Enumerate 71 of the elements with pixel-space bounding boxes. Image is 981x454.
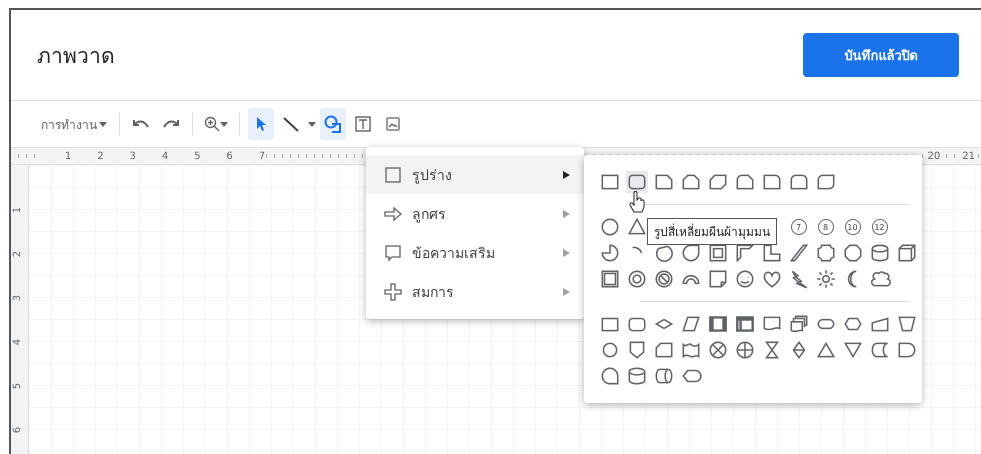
submenu-arrow-icon — [563, 210, 570, 218]
submenu-arrow-icon — [563, 248, 570, 256]
arrow-icon — [384, 204, 402, 222]
numbered-shape-icon[interactable]: 10 — [844, 219, 860, 235]
plus-circle-icon[interactable] — [734, 339, 756, 361]
ruler-number: 4 — [12, 338, 24, 346]
numbered-shape-icon[interactable]: 12 — [872, 219, 888, 235]
menu-item[interactable]: ข้อความเสริม — [366, 233, 584, 272]
menu-item[interactable]: ลูกศร — [366, 194, 584, 233]
crossed-circle-icon[interactable] — [706, 339, 728, 361]
cylinder-icon[interactable] — [626, 365, 648, 387]
frame-icon[interactable] — [706, 242, 728, 264]
ruler-number: 3 — [104, 150, 136, 162]
caret-icon — [308, 122, 316, 126]
circle-icon[interactable] — [598, 216, 620, 238]
folded-corner-icon[interactable] — [706, 268, 728, 290]
rounded-rectangle-icon[interactable] — [626, 171, 648, 193]
ruler-number: 5 — [12, 382, 24, 390]
image-icon — [385, 116, 401, 132]
ruler-number: 2 — [71, 150, 104, 162]
ruler-number: 6 — [12, 426, 24, 434]
cylinder-icon[interactable] — [868, 242, 890, 264]
menu-item[interactable]: รูปร่าง — [366, 155, 584, 194]
teardrop-icon[interactable] — [680, 242, 702, 264]
ruler-number: 1 — [39, 150, 72, 162]
donut-icon[interactable] — [626, 268, 648, 290]
l-shape-icon[interactable] — [760, 242, 782, 264]
plus-icon — [384, 282, 402, 300]
smiley-icon[interactable] — [734, 268, 756, 290]
ruler-number: 4 — [136, 150, 168, 162]
undo-icon — [132, 118, 150, 130]
sun-icon[interactable] — [814, 268, 836, 290]
ruler-number: 5 — [168, 150, 200, 162]
menu-item[interactable]: สมการ — [366, 272, 584, 311]
save-and-close-button[interactable]: บันทึกแล้วปิด — [803, 33, 959, 77]
cube-icon[interactable] — [896, 242, 918, 264]
ruler-number: 2 — [12, 250, 24, 258]
hand-cursor-icon — [628, 191, 646, 213]
ruler-number: 3 — [12, 294, 24, 302]
dialog-title: ภาพวาด — [37, 42, 115, 70]
ruler-number: 6 — [200, 150, 233, 162]
ruler-number: 7 — [232, 150, 266, 162]
shape-tool-button[interactable] — [320, 108, 346, 140]
documents-icon[interactable] — [788, 313, 810, 335]
tooltip: รูปสี่เหลี่ยมผืนผ้ามุมมน — [647, 218, 777, 245]
numbered-shape-icon[interactable]: 7 — [790, 219, 806, 235]
ruler-number: 20 — [928, 150, 940, 162]
submenu-arrow-icon — [563, 170, 570, 178]
text-box-icon — [354, 115, 372, 133]
pie-icon[interactable] — [598, 242, 620, 264]
ruler-number: 21 — [962, 150, 975, 162]
select-tool-button[interactable] — [248, 108, 274, 140]
redo-icon — [162, 118, 180, 130]
speech-bubble-icon — [384, 244, 402, 262]
actions-menu[interactable]: การทำงาน — [37, 114, 111, 134]
submenu-arrow-icon — [563, 288, 570, 296]
diagonal-stripe-icon[interactable] — [788, 242, 810, 264]
bevel-icon[interactable] — [598, 268, 620, 290]
half-frame-icon[interactable] — [734, 242, 756, 264]
octagon-icon[interactable] — [842, 242, 864, 264]
zoom-icon — [204, 116, 220, 132]
caret-icon — [99, 122, 107, 126]
plaque-icon[interactable] — [814, 242, 836, 264]
ruler-number: 1 — [12, 206, 24, 214]
shapes-icon — [323, 114, 343, 134]
pointer-icon — [255, 116, 267, 132]
no-symbol-icon[interactable] — [652, 268, 674, 290]
caret-icon — [220, 122, 228, 126]
square-icon — [384, 166, 402, 184]
line-icon — [282, 115, 300, 133]
numbered-shape-icon[interactable]: 8 — [818, 219, 834, 235]
